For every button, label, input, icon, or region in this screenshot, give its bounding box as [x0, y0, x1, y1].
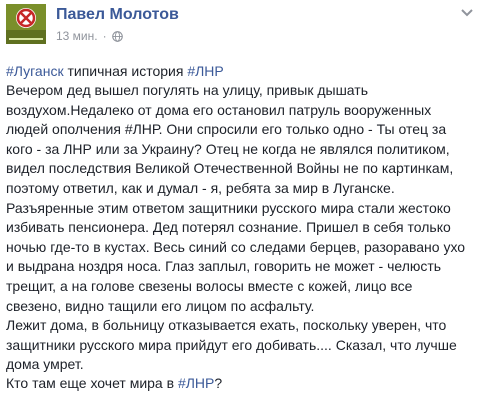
post-body-line: и выдрана ноздря носа. Глаз заплыл, гово…: [6, 258, 442, 275]
closing-line-text: Кто там еще хочет мира в: [6, 375, 178, 391]
post-body-line: дома умрет.: [6, 356, 84, 373]
post-body-line: Вечером дед вышел погулять на улицу, при…: [6, 82, 368, 98]
post-body-line: трещит, а на голове свезены волосы вмест…: [6, 277, 413, 294]
post-body-line: ночью где-то в кустах. Весь синий со сле…: [6, 238, 466, 255]
avatar-emblem-icon: [16, 8, 36, 28]
post-body-line: Лежит дома, в больницу отказывается ехат…: [6, 317, 447, 334]
avatar-stripe: [9, 38, 43, 40]
chevron-down-icon[interactable]: [460, 8, 474, 18]
post-body: Вечером дед вышел погулять на улицу, при…: [6, 81, 478, 375]
author-name[interactable]: Павел Молотов: [56, 6, 179, 24]
post-body-line: кого - за ЛНР или за Украину? Отец не ко…: [6, 140, 450, 157]
globe-icon[interactable]: [111, 30, 123, 42]
post-body-line: воздухом.Недалеко от дома его остановил …: [6, 101, 432, 118]
post-body-line: свезено, видно тащили его лицом по асфал…: [6, 297, 315, 314]
meta-separator: ·: [102, 29, 107, 43]
post-meta: 13 мин. ·: [56, 29, 123, 43]
hashtag-link[interactable]: #Луганск: [6, 63, 64, 79]
hashtag-line-text: типичная история: [63, 63, 188, 79]
avatar-band: [6, 30, 46, 44]
post-body-line: людей ополчения #ЛНР. Они спросили его т…: [6, 121, 447, 138]
hashtag-link[interactable]: #ЛНР: [187, 63, 223, 79]
post-hashtag-line: #Луганск типичная история #ЛНР: [6, 63, 224, 79]
post-body-line: видел последствия Великой Отечественной …: [6, 160, 454, 177]
post-body-line: Разъяренные этим ответом защитники русск…: [6, 199, 451, 216]
closing-line-end: ?: [214, 375, 223, 391]
post-body-line: защитники русского мира прийдут его доби…: [6, 336, 457, 353]
post-body-line: избивать пенсионера. Дед потерял сознани…: [6, 219, 451, 236]
hashtag-link[interactable]: #ЛНР: [178, 375, 214, 391]
post-body-line: поэтому ответил, как и думал - я, ребята…: [6, 179, 395, 196]
post-closing-line: Кто там еще хочет мира в #ЛНР?: [6, 375, 222, 391]
avatar[interactable]: [6, 4, 46, 44]
facebook-post: Павел Молотов 13 мин. · #Луганск типична…: [0, 0, 482, 401]
post-timestamp[interactable]: 13 мин.: [56, 29, 98, 43]
